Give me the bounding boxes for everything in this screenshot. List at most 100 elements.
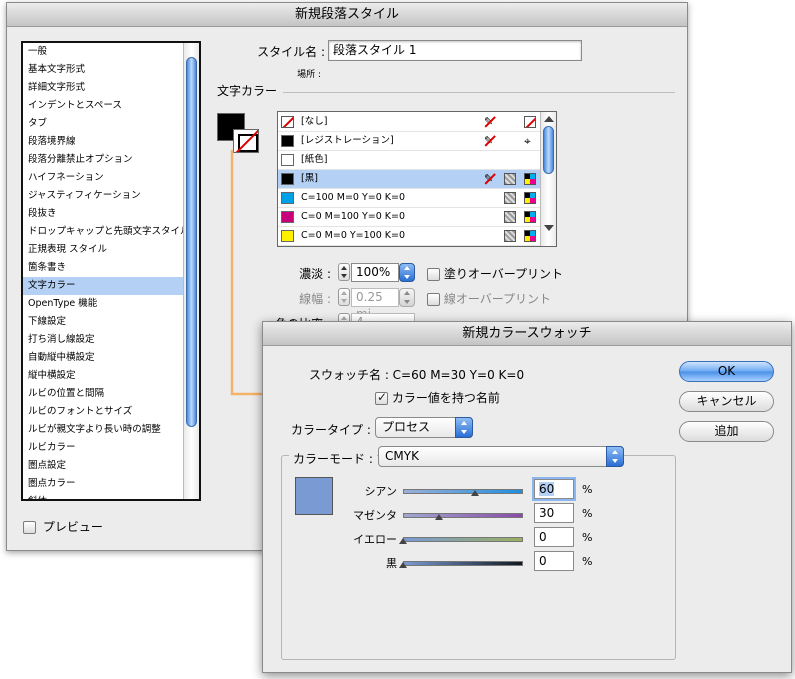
style-name-label: スタイル名 : — [257, 45, 325, 59]
stroke-color-chip[interactable] — [233, 129, 259, 153]
dialog-title: 新規段落スタイル — [7, 3, 687, 27]
not-editable-icon — [484, 170, 496, 188]
category-item[interactable]: 段落分離禁止オプション — [23, 151, 199, 169]
overprint-stroke-option[interactable]: 線オーバープリント — [427, 290, 551, 307]
slider-knob[interactable] — [399, 538, 407, 544]
category-item[interactable]: ルビの位置と間隔 — [23, 385, 199, 403]
stroke-weight-stepper[interactable] — [338, 288, 350, 306]
category-item[interactable]: 文字カラー — [23, 277, 199, 295]
overprint-fill-option[interactable]: 塗りオーバープリント — [427, 265, 563, 282]
ok-button[interactable]: OK — [679, 361, 774, 382]
color-mode-select[interactable]: CMYK — [378, 446, 624, 467]
channel-label: 黒 — [386, 557, 397, 570]
color-preview-swatch — [295, 477, 333, 515]
category-item[interactable]: インデントとスペース — [23, 97, 199, 115]
channel-label: マゼンタ — [353, 509, 397, 522]
swatch-row[interactable]: [なし] — [278, 113, 540, 132]
scroll-up-arrow-icon[interactable] — [544, 116, 554, 122]
channel-label: シアン — [364, 485, 397, 498]
channel-slider-track[interactable] — [403, 489, 523, 494]
name-with-value-label: カラー値を持つ名前 — [391, 391, 500, 405]
preview-checkbox[interactable] — [23, 521, 36, 534]
percent-unit: % — [582, 507, 593, 520]
cancel-button[interactable]: キャンセル — [679, 391, 774, 412]
channel-value-input[interactable]: 0 — [534, 527, 574, 547]
category-item[interactable]: OpenType 機能 — [23, 295, 199, 313]
swatch-row[interactable]: C=0 M=0 Y=100 K=0 — [278, 227, 540, 246]
preview-label: プレビュー — [42, 520, 103, 534]
channel-value-input[interactable]: 0 — [534, 551, 574, 571]
stroke-weight-dropdown-button[interactable] — [399, 288, 415, 307]
channel-value-input[interactable]: 30 — [534, 503, 574, 523]
style-name-input[interactable]: 段落スタイル 1 — [328, 40, 582, 61]
tint-input[interactable]: 100% — [351, 263, 399, 282]
swatch-row[interactable]: [レジストレーション] — [278, 132, 540, 151]
channel-value: 0 — [539, 554, 547, 568]
not-editable-icon — [484, 132, 496, 150]
category-item[interactable]: ルビカラー — [23, 439, 199, 457]
category-item[interactable]: タブ — [23, 115, 199, 133]
category-item[interactable]: 圏点カラー — [23, 475, 199, 493]
name-with-value-checkbox[interactable] — [375, 390, 388, 405]
channel-slider-track[interactable] — [403, 537, 523, 542]
preview-option[interactable]: プレビュー — [23, 518, 103, 535]
category-item[interactable]: 一般 — [23, 43, 199, 61]
category-item[interactable]: 基本文字形式 — [23, 61, 199, 79]
swatch-color-chip — [281, 211, 294, 223]
category-item[interactable]: 箇条書き — [23, 259, 199, 277]
new-color-swatch-dialog: 新規カラースウォッチ スウォッチ名 : C=60 M=30 Y=0 K=0 カラ… — [262, 321, 792, 673]
name-with-value-option[interactable]: カラー値を持つ名前 — [375, 389, 500, 406]
swatch-color-chip — [281, 192, 294, 204]
channel-value: 60 — [539, 482, 555, 496]
swatch-row[interactable]: [黒] — [278, 170, 540, 189]
swatch-list[interactable]: [なし] [レジストレーション] [紙色] [黒] C=100 M=0 Y=0 K=0 C… — [277, 111, 557, 247]
category-item[interactable]: 打ち消し線設定 — [23, 331, 199, 349]
category-item[interactable]: 正規表現 スタイル — [23, 241, 199, 259]
category-item[interactable]: ルビのフォントとサイズ — [23, 403, 199, 421]
category-item[interactable]: 詳細文字形式 — [23, 79, 199, 97]
category-item[interactable]: 自動縦中横設定 — [23, 349, 199, 367]
stroke-weight-input[interactable]: 0.25 mi — [351, 288, 399, 321]
category-item[interactable]: ジャスティフィケーション — [23, 187, 199, 205]
overprint-fill-checkbox[interactable] — [427, 268, 440, 281]
slider-knob[interactable] — [435, 514, 443, 520]
swatch-row[interactable]: [紙色] — [278, 151, 540, 170]
channel-label: イエロー — [353, 533, 397, 546]
category-scroll-thumb[interactable] — [186, 57, 197, 427]
category-item[interactable]: 下線設定 — [23, 313, 199, 331]
channel-slider-track[interactable] — [403, 561, 523, 566]
category-item[interactable]: 圏点設定 — [23, 457, 199, 475]
category-item[interactable]: 斜体 — [23, 493, 199, 499]
swatch-name: C=0 M=100 Y=0 K=0 — [301, 211, 406, 222]
chevron-updown-icon — [606, 446, 624, 467]
channel-row: シアン 60% — [343, 479, 603, 501]
category-item[interactable]: ルビが親文字より長い時の調整 — [23, 421, 199, 439]
tint-stepper[interactable] — [338, 263, 350, 281]
swatch-scrollbar[interactable] — [540, 112, 556, 246]
add-button[interactable]: 追加 — [679, 421, 774, 442]
category-item[interactable]: 段落境界線 — [23, 133, 199, 151]
slider-knob[interactable] — [399, 562, 407, 568]
scroll-down-arrow-icon[interactable] — [544, 225, 554, 231]
swatch-row[interactable]: C=0 M=100 Y=0 K=0 — [278, 208, 540, 227]
channel-slider-track[interactable] — [403, 513, 523, 518]
category-scrollbar[interactable] — [183, 43, 199, 499]
category-item[interactable]: ハイフネーション — [23, 169, 199, 187]
color-type-label: カラータイプ : — [291, 423, 371, 437]
category-item[interactable]: ドロップキャップと先頭文字スタイル — [23, 223, 199, 241]
color-mode-value: CMYK — [385, 449, 419, 463]
cmyk-mode-icon — [524, 230, 536, 242]
slider-knob[interactable] — [471, 490, 479, 496]
section-title: 文字カラー — [217, 84, 278, 98]
channel-value-input[interactable]: 60 — [534, 479, 574, 499]
category-list[interactable]: 一般 基本文字形式 詳細文字形式 インデントとスペース タブ 段落境界線 段落分離禁止オプシ… — [21, 41, 201, 501]
swatch-scroll-thumb[interactable] — [543, 126, 554, 174]
tint-dropdown-button[interactable] — [399, 263, 415, 282]
category-item[interactable]: 縦中横設定 — [23, 367, 199, 385]
cmyk-mode-icon — [524, 211, 536, 223]
swatch-row[interactable]: C=100 M=0 Y=0 K=0 — [278, 189, 540, 208]
category-item[interactable]: 段抜き — [23, 205, 199, 223]
color-type-select[interactable]: プロセス — [375, 417, 473, 438]
overprint-stroke-checkbox[interactable] — [427, 293, 440, 306]
tint-label: 濃淡 : — [299, 267, 331, 281]
